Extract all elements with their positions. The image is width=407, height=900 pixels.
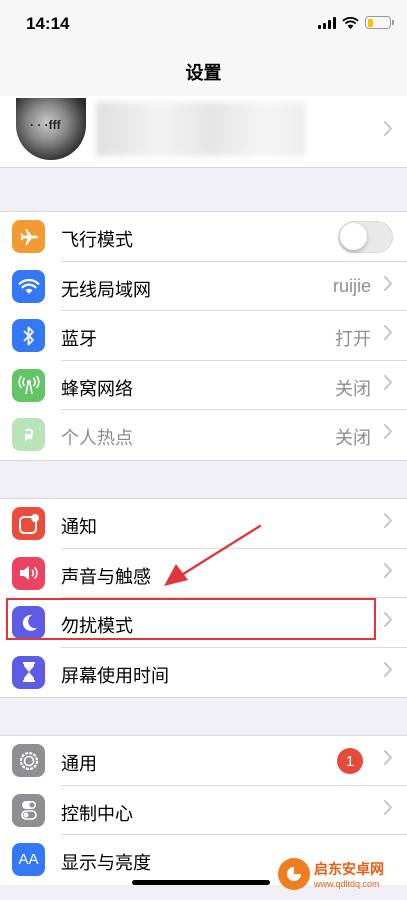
- settings-row-control-center[interactable]: 控制中心: [0, 786, 407, 835]
- chevron-right-icon: [384, 612, 392, 627]
- settings-row-sounds[interactable]: 声音与触感: [0, 549, 407, 598]
- chevron-right-icon: [384, 325, 392, 340]
- chevron-right-icon: [384, 374, 392, 390]
- settings-row-label: 显示与亮度: [61, 853, 151, 873]
- chevron-right-icon: [384, 750, 392, 765]
- watermark-logo-icon: [278, 858, 310, 890]
- text-size-icon: AA: [12, 843, 45, 876]
- settings-row-value: 关闭: [335, 378, 371, 399]
- settings-row-label: 飞行模式: [61, 230, 133, 250]
- settings-row-airplane-mode[interactable]: 飞行模式: [0, 212, 407, 262]
- watermark-title: 启东安卓网: [314, 861, 384, 877]
- settings-row-hotspot[interactable]: 个人热点 关闭: [0, 410, 407, 460]
- battery-icon: [365, 16, 394, 29]
- settings-row-label: 无线局域网: [61, 279, 151, 300]
- cellular-signal-icon: [318, 16, 336, 29]
- cellular-icon: [12, 368, 45, 402]
- navigation-bar: 设置: [0, 48, 407, 96]
- hourglass-icon: [12, 655, 45, 689]
- chevron-right-icon: [384, 562, 392, 578]
- chevron-right-icon: [384, 799, 392, 815]
- notification-badge: 1: [337, 748, 363, 774]
- gear-icon: [12, 744, 45, 777]
- status-bar: 14:14: [0, 0, 407, 48]
- watermark: 启东安卓网 www.qdltdq.com: [278, 858, 384, 890]
- settings-row-bluetooth[interactable]: 蓝牙 打开: [0, 311, 407, 361]
- settings-row-wlan[interactable]: 无线局域网 ruijie: [0, 262, 407, 311]
- settings-row-label: 屏幕使用时间: [61, 665, 169, 686]
- settings-row-label: 个人热点: [61, 428, 133, 448]
- apple-id-profile[interactable]: · · ·fff: [0, 96, 407, 168]
- watermark-url: www.qdltdq.com: [314, 879, 380, 889]
- settings-row-label: 控制中心: [61, 803, 133, 824]
- home-indicator: [132, 880, 270, 885]
- settings-row-screen-time[interactable]: 屏幕使用时间: [0, 648, 407, 698]
- avatar-text: · · ·fff: [30, 118, 61, 132]
- settings-row-label: 蜂窝网络: [61, 378, 133, 399]
- hotspot-icon: [12, 418, 45, 451]
- status-icons: [318, 16, 394, 29]
- notifications-icon: [12, 507, 45, 540]
- settings-row-value: ruijie: [332, 275, 371, 296]
- chevron-right-icon: [384, 661, 392, 677]
- speaker-icon: [12, 556, 45, 590]
- settings-group-notifications: 通知 声音与触感 勿扰模式 屏幕使用时间: [0, 498, 407, 698]
- settings-row-notifications[interactable]: 通知: [0, 499, 407, 549]
- settings-row-general[interactable]: 通用 1: [0, 736, 407, 786]
- status-time: 14:14: [26, 14, 70, 33]
- settings-row-cellular[interactable]: 蜂窝网络 关闭: [0, 361, 407, 410]
- moon-icon: [12, 606, 45, 639]
- chevron-right-icon: [384, 513, 392, 528]
- profile-info-blurred: [96, 102, 306, 156]
- settings-row-label: 通用: [61, 754, 97, 774]
- bluetooth-icon: [12, 319, 45, 352]
- settings-row-value: 打开: [335, 329, 371, 349]
- chevron-right-icon: [384, 275, 392, 291]
- chevron-right-icon: [384, 121, 392, 136]
- wifi-icon: [12, 269, 45, 303]
- settings-row-do-not-disturb[interactable]: 勿扰模式: [0, 598, 407, 648]
- settings-row-label: 蓝牙: [61, 329, 97, 349]
- settings-row-label: 通知: [61, 517, 97, 537]
- settings-row-label: 声音与触感: [61, 566, 151, 587]
- settings-group-connectivity: 飞行模式 无线局域网 ruijie 蓝牙 打开 蜂窝网络 关闭 个人热点 关闭: [0, 211, 407, 461]
- airplane-mode-toggle[interactable]: [338, 221, 393, 253]
- wifi-status-icon: [342, 16, 359, 29]
- avatar: · · ·fff: [16, 98, 86, 160]
- airplane-icon: [12, 220, 45, 253]
- page-title: 设置: [185, 63, 222, 83]
- toggles-icon: [12, 793, 45, 827]
- settings-row-value: 关闭: [335, 428, 371, 448]
- text-size-icon-text: AA: [18, 851, 39, 868]
- settings-row-label: 勿扰模式: [61, 616, 133, 636]
- chevron-right-icon: [384, 424, 392, 439]
